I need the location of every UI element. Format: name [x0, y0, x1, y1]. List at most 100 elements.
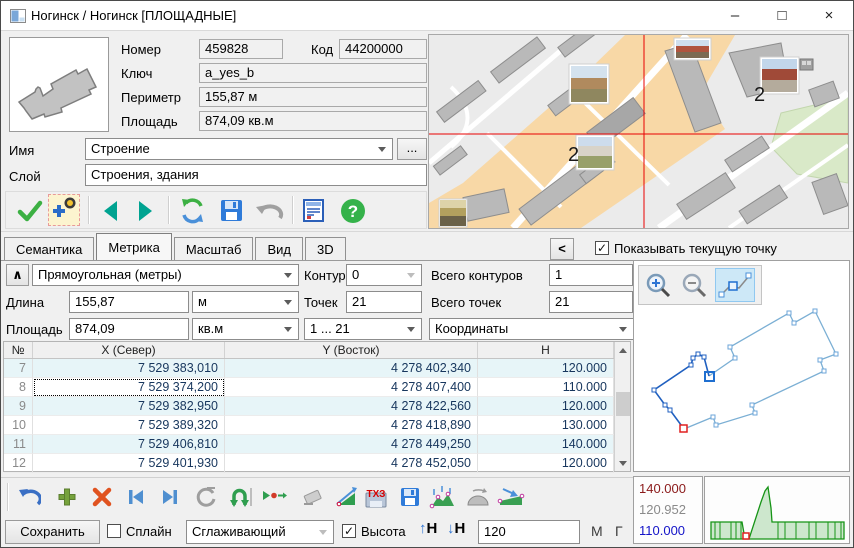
- reverse-direction-icon[interactable]: [227, 484, 253, 510]
- cell-h[interactable]: 130.000: [478, 416, 614, 435]
- scrollbar-thumb[interactable]: [616, 392, 630, 416]
- show-current-point-checkbox[interactable]: ✓: [595, 241, 609, 255]
- cell-x[interactable]: 7 529 382,950: [33, 397, 225, 416]
- heights-profile-icon[interactable]: [429, 483, 457, 511]
- table-row[interactable]: 12 7 529 401,930 4 278 452,050 120.000: [4, 454, 630, 473]
- cell-point-number[interactable]: 10: [4, 416, 33, 435]
- length-unit-combo[interactable]: м: [192, 291, 299, 313]
- delete-point-icon[interactable]: [91, 486, 113, 508]
- next-object-icon[interactable]: [132, 198, 158, 224]
- meters-mode-button[interactable]: М: [591, 523, 603, 539]
- map-photo-thumbnail[interactable]: [674, 38, 711, 60]
- collapse-metric-button[interactable]: ∧: [6, 264, 29, 286]
- cell-h[interactable]: 120.000: [478, 359, 614, 378]
- minimize-button[interactable]: –: [713, 1, 757, 30]
- height-checkbox[interactable]: ✓: [342, 524, 356, 538]
- height-up-button[interactable]: ↑Н: [419, 520, 437, 537]
- cell-point-number[interactable]: 9: [4, 397, 33, 416]
- undo-edit-icon[interactable]: [17, 485, 41, 509]
- table-row[interactable]: 10 7 529 389,320 4 278 418,890 130.000: [4, 416, 630, 435]
- previous-object-icon[interactable]: [98, 198, 124, 224]
- degrees-mode-button[interactable]: Г: [615, 523, 623, 539]
- save-metric-button[interactable]: Сохранить: [5, 520, 100, 544]
- name-combo[interactable]: Строение: [85, 138, 393, 160]
- save-metric-icon[interactable]: [399, 486, 421, 508]
- cell-x[interactable]: 7 529 401,930: [33, 454, 225, 473]
- scroll-up-icon[interactable]: [615, 342, 631, 358]
- refresh-icon[interactable]: [178, 196, 208, 226]
- height-value-input[interactable]: 120: [478, 520, 580, 544]
- smoothing-combo[interactable]: Сглаживающий: [186, 520, 334, 544]
- table-row[interactable]: 9 7 529 382,950 4 278 422,560 120.000: [4, 397, 630, 416]
- last-point-icon[interactable]: [159, 486, 181, 508]
- col-header-n[interactable]: №: [4, 342, 33, 358]
- table-row[interactable]: 11 7 529 406,810 4 278 449,250 140.000: [4, 435, 630, 454]
- col-header-x[interactable]: X (Север): [33, 342, 225, 358]
- cell-point-number[interactable]: 8: [4, 378, 33, 397]
- accept-icon[interactable]: [16, 197, 44, 225]
- spline-checkbox[interactable]: [107, 524, 121, 538]
- cell-x[interactable]: 7 529 389,320: [33, 416, 225, 435]
- cell-x[interactable]: 7 529 383,010: [33, 359, 225, 378]
- tab-3d[interactable]: 3D: [305, 237, 346, 261]
- add-point-icon[interactable]: [56, 486, 78, 508]
- name-more-button[interactable]: ...: [397, 138, 427, 160]
- cell-h[interactable]: 120.000: [478, 454, 614, 473]
- projection-combo[interactable]: Прямоугольная (метры): [32, 264, 299, 286]
- cell-x-focused[interactable]: 7 529 374,200: [33, 378, 225, 397]
- height-down-button[interactable]: ↓Н: [447, 520, 465, 537]
- title-bar[interactable]: Ногинск / Ногинск [ПЛОЩАДНЫЕ] – □ ×: [1, 1, 853, 31]
- cut-metric-icon[interactable]: [335, 485, 359, 509]
- export-txz-icon[interactable]: ТХЗ: [363, 485, 389, 509]
- cell-y[interactable]: 4 278 418,890: [225, 416, 478, 435]
- tab-metrics[interactable]: Метрика: [96, 233, 171, 261]
- cell-point-number[interactable]: 11: [4, 435, 33, 454]
- cell-y[interactable]: 4 278 422,560: [225, 397, 478, 416]
- map-photo-thumbnail[interactable]: [439, 199, 467, 227]
- total-contours-field[interactable]: 1: [549, 264, 633, 286]
- contour-combo[interactable]: 0: [346, 264, 422, 286]
- first-point-icon[interactable]: [125, 486, 147, 508]
- object-form-icon[interactable]: [300, 197, 328, 225]
- col-header-y[interactable]: Y (Восток): [225, 342, 478, 358]
- table-row[interactable]: 7 7 529 383,010 4 278 402,340 120.000: [4, 359, 630, 378]
- view-mode-combo[interactable]: Координаты: [429, 318, 634, 340]
- cell-y[interactable]: 4 278 452,050: [225, 454, 478, 473]
- cell-point-number[interactable]: 7: [4, 359, 33, 378]
- map-preview[interactable]: 2 2: [428, 34, 849, 229]
- slope-icon[interactable]: [497, 484, 525, 510]
- eraser-icon[interactable]: [301, 486, 325, 508]
- traverse-points-icon[interactable]: [261, 488, 287, 506]
- area-unit-combo[interactable]: кв.м: [192, 318, 299, 340]
- smooth-surface-icon[interactable]: [465, 485, 491, 509]
- create-object-tool[interactable]: [48, 194, 80, 226]
- close-button[interactable]: ×: [807, 1, 851, 30]
- point-range-combo[interactable]: 1 ... 21: [304, 318, 422, 340]
- save-icon[interactable]: [218, 197, 246, 225]
- metric-area-field[interactable]: 874,09: [69, 318, 189, 340]
- map-photo-thumbnail[interactable]: [760, 57, 799, 94]
- show-vertices-toggle[interactable]: [715, 268, 755, 302]
- cell-h[interactable]: 140.000: [478, 435, 614, 454]
- cell-x[interactable]: 7 529 406,810: [33, 435, 225, 454]
- undo-icon[interactable]: [254, 198, 284, 224]
- length-field[interactable]: 155,87: [69, 291, 189, 313]
- collapse-panel-button[interactable]: <: [550, 238, 574, 260]
- cell-y[interactable]: 4 278 449,250: [225, 435, 478, 454]
- tab-semantics[interactable]: Семантика: [4, 237, 94, 261]
- cell-y[interactable]: 4 278 407,400: [225, 378, 478, 397]
- points-field[interactable]: 21: [346, 291, 422, 313]
- tab-view[interactable]: Вид: [255, 237, 303, 261]
- table-row[interactable]: 8 7 529 374,200 4 278 407,400 110.000: [4, 378, 630, 397]
- zoom-out-icon[interactable]: [681, 272, 709, 300]
- scroll-down-icon[interactable]: [615, 455, 631, 471]
- rotate-icon[interactable]: [194, 485, 218, 509]
- map-photo-thumbnail[interactable]: [576, 135, 614, 170]
- geometry-preview[interactable]: [633, 260, 850, 472]
- cell-h[interactable]: 110.000: [478, 378, 614, 397]
- maximize-button[interactable]: □: [760, 1, 804, 30]
- map-photo-thumbnail[interactable]: [569, 64, 609, 104]
- table-scrollbar[interactable]: [614, 342, 630, 471]
- zoom-in-icon[interactable]: [645, 272, 673, 300]
- cell-y[interactable]: 4 278 402,340: [225, 359, 478, 378]
